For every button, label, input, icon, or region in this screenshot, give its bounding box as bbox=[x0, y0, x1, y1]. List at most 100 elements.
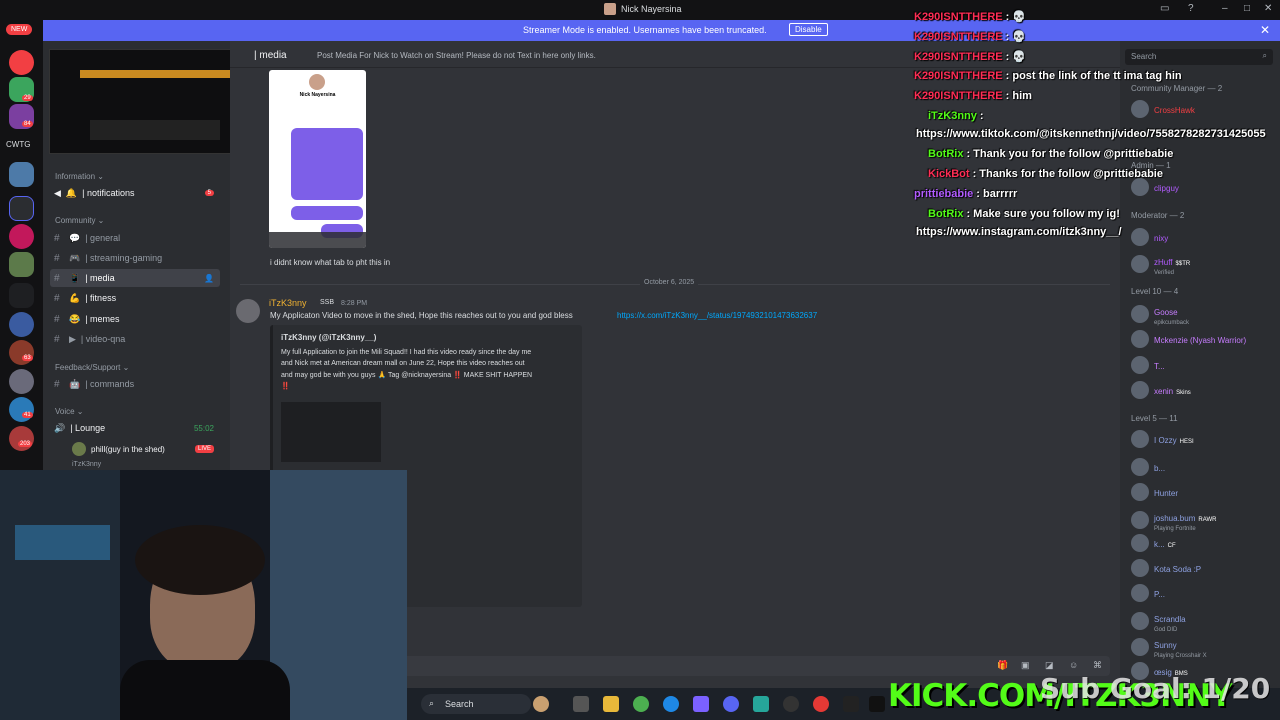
member-row[interactable]: k... CF bbox=[1131, 534, 1176, 552]
chrome-icon[interactable] bbox=[633, 696, 649, 712]
channel-streaming-gaming[interactable]: # 🎮 | streaming-gaming bbox=[50, 249, 220, 267]
member-row[interactable]: b... bbox=[1131, 458, 1165, 476]
embed-video-thumbnail[interactable] bbox=[281, 402, 381, 462]
channel-notifications[interactable]: ◀ 🔔 | notifications 5 bbox=[50, 184, 220, 202]
obs-icon[interactable] bbox=[783, 696, 799, 712]
server-icon[interactable] bbox=[9, 252, 34, 277]
member-status: epikcumback bbox=[1154, 320, 1190, 326]
media-controls[interactable] bbox=[269, 232, 366, 248]
channel-memes[interactable]: # 😂 | memes bbox=[50, 310, 220, 328]
server-icon[interactable] bbox=[9, 312, 34, 337]
gif-icon[interactable]: ▣ bbox=[1021, 660, 1030, 671]
bell-icon: 🔔 bbox=[65, 187, 78, 198]
embed-author[interactable]: iTzK3nny (@iTzK3nny__) bbox=[281, 333, 376, 342]
stream-chat-text: : post the link of the tt ima tag hin bbox=[1005, 70, 1182, 82]
gift-icon[interactable]: 🎁 bbox=[997, 660, 1008, 671]
avatar bbox=[1131, 511, 1149, 529]
hash-icon: # bbox=[54, 378, 60, 390]
category-voice[interactable]: Voice ⌄ bbox=[55, 407, 84, 416]
edge-icon[interactable] bbox=[663, 696, 679, 712]
member-info: b... bbox=[1154, 458, 1165, 476]
apps-icon[interactable]: ⌘ bbox=[1093, 660, 1102, 671]
member-name: xenin bbox=[1154, 387, 1174, 396]
server-icon[interactable] bbox=[9, 426, 34, 451]
stream-chat-text: https://www.tiktok.com/@itskennethnj/vid… bbox=[916, 128, 1266, 140]
window-title-text: Nick Nayersina bbox=[621, 4, 682, 14]
server-icon[interactable] bbox=[9, 283, 34, 308]
member-row[interactable]: Hunter bbox=[1131, 483, 1178, 501]
date-divider: October 6, 2025 bbox=[240, 279, 1110, 286]
channel-commands[interactable]: # 🤖 | commands bbox=[50, 375, 220, 393]
copilot-icon[interactable] bbox=[693, 696, 709, 712]
member-info: zHuff $$TR Verified bbox=[1154, 252, 1190, 276]
category-information[interactable]: Information ⌄ bbox=[55, 172, 104, 181]
category-community[interactable]: Community ⌄ bbox=[55, 216, 104, 225]
member-row[interactable]: Kota Soda :P bbox=[1131, 559, 1201, 577]
new-badge: NEW bbox=[6, 24, 33, 35]
server-icon[interactable] bbox=[9, 340, 34, 365]
widget-icon[interactable] bbox=[533, 696, 549, 712]
stream-chat-line: K290ISNTTHERE: him bbox=[914, 90, 1032, 102]
capcut-icon[interactable] bbox=[869, 696, 885, 712]
avatar bbox=[1131, 638, 1149, 656]
member-row[interactable]: I Ozzy HESI bbox=[1131, 430, 1194, 448]
emoji-icon[interactable]: ☺ bbox=[1069, 660, 1078, 670]
member-name: joshua.bum bbox=[1154, 514, 1196, 523]
server-folder-label[interactable]: CWTG bbox=[6, 140, 30, 149]
task-view-icon[interactable] bbox=[573, 696, 589, 712]
webcam-hair bbox=[135, 525, 265, 595]
add-member-icon[interactable]: 👤 bbox=[204, 274, 214, 283]
preview-panel bbox=[90, 120, 220, 140]
channel-media[interactable]: # 📱 | media 👤 bbox=[50, 269, 220, 287]
stream-chat-text: : 💀 bbox=[1005, 31, 1027, 43]
stream-preview[interactable] bbox=[49, 49, 239, 154]
gamepad-icon: 🎮 bbox=[69, 252, 81, 263]
member-row[interactable]: Goose epikcumback bbox=[1131, 302, 1189, 326]
member-row[interactable]: Sunny Playing Crosshair X bbox=[1131, 635, 1207, 659]
voice-user[interactable]: iTzK3nny bbox=[50, 459, 220, 470]
disable-button[interactable]: Disable bbox=[789, 23, 828, 36]
server-icon[interactable] bbox=[9, 162, 34, 187]
voice-channel-lounge[interactable]: 🔊 | Lounge 55:02 bbox=[50, 419, 220, 437]
channel-fitness[interactable]: # 💪 | fitness bbox=[50, 289, 220, 307]
member-name: k... bbox=[1154, 540, 1165, 549]
image-chat-bubble bbox=[291, 128, 363, 200]
server-icon[interactable] bbox=[9, 196, 34, 221]
stream-chat-line: KickBot: Thanks for the follow @prittieb… bbox=[928, 168, 1163, 180]
avatar[interactable] bbox=[236, 299, 260, 323]
message-link[interactable]: https://x.com/iTzK3nny__/status/19749321… bbox=[617, 311, 817, 320]
attachment-image[interactable]: Nick Nayersina bbox=[269, 70, 366, 248]
image-profile-name: Nick Nayersina bbox=[299, 92, 336, 98]
voice-user-name: phill(guy in the shed) bbox=[91, 444, 165, 454]
member-row[interactable]: zHuff $$TR Verified bbox=[1131, 252, 1190, 276]
server-icon[interactable] bbox=[9, 369, 34, 394]
category-feedback-support[interactable]: Feedback/Support ⌄ bbox=[55, 363, 129, 372]
member-row[interactable]: Scrandla God DID bbox=[1131, 609, 1186, 633]
avatar bbox=[1131, 612, 1149, 630]
server-icon[interactable] bbox=[9, 50, 34, 75]
member-name: T... bbox=[1154, 362, 1165, 371]
hash-icon: # bbox=[54, 272, 60, 284]
taskbar-search[interactable]: ⌕ Search bbox=[421, 694, 531, 714]
discord-icon[interactable] bbox=[723, 696, 739, 712]
member-row[interactable]: Mckenzie (Nyash Warrior) bbox=[1131, 330, 1246, 348]
channel-general[interactable]: # 💬 | general bbox=[50, 229, 220, 247]
member-row[interactable]: xenin Skins bbox=[1131, 381, 1191, 399]
terminal-icon[interactable] bbox=[843, 696, 859, 712]
channel-label: | fitness bbox=[85, 293, 117, 303]
member-row[interactable]: T... bbox=[1131, 356, 1165, 374]
server-icon[interactable] bbox=[9, 397, 34, 422]
server-icon[interactable] bbox=[9, 224, 34, 249]
channel-video-qna[interactable]: # ▶ | video-qna bbox=[50, 330, 220, 348]
voice-user[interactable]: phill(guy in the shed) LIVE bbox=[50, 440, 220, 458]
member-row[interactable]: joshua.bum RAWR Playing Fortnite bbox=[1131, 508, 1216, 532]
stream-chat-user: prittiebabie bbox=[914, 188, 974, 200]
app-icon[interactable] bbox=[753, 696, 769, 712]
member-row[interactable]: P... bbox=[1131, 584, 1165, 602]
browser-icon[interactable] bbox=[813, 696, 829, 712]
file-explorer-icon[interactable] bbox=[603, 696, 619, 712]
message-author[interactable]: iTzK3nny bbox=[269, 298, 307, 308]
avatar bbox=[1131, 483, 1149, 501]
sticker-icon[interactable]: ◪ bbox=[1045, 660, 1054, 671]
message-text: i didnt know what tab to pht this in bbox=[270, 258, 391, 267]
